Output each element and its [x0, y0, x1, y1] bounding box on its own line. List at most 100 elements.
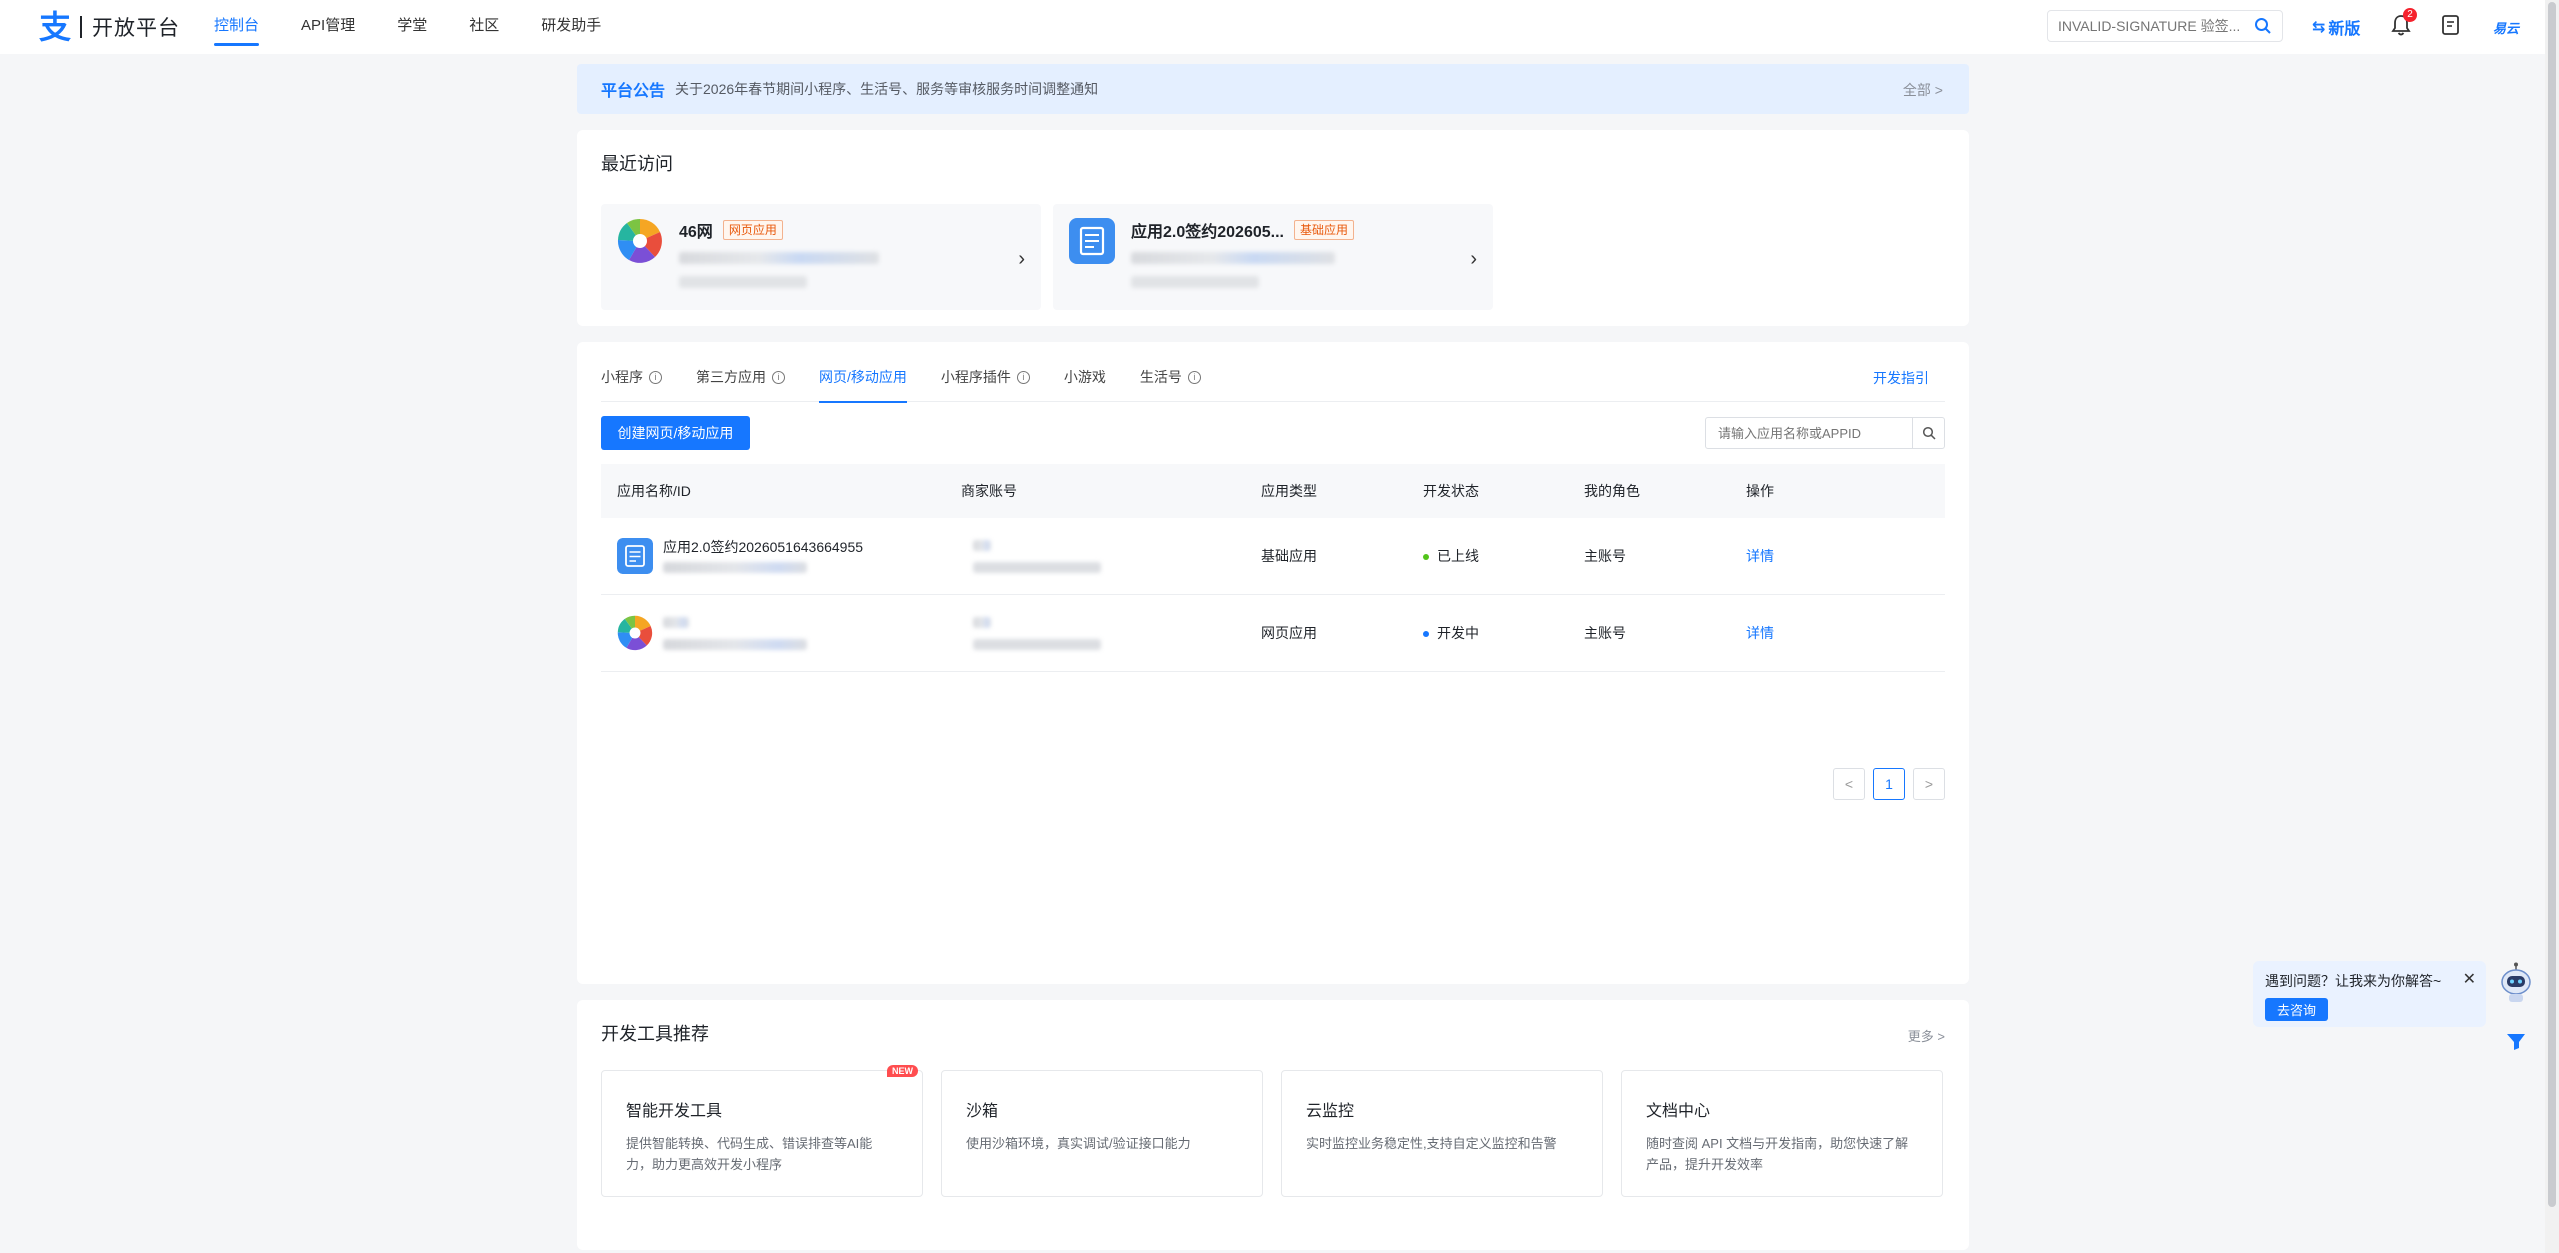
app-search — [1705, 417, 1945, 449]
info-icon[interactable]: i — [1016, 371, 1030, 384]
tab-label: 网页/移动应用 — [819, 369, 907, 385]
tool-name: 智能开发工具 — [626, 1103, 723, 1120]
nav-item-dev-assistant[interactable]: 研发助手 — [541, 0, 601, 54]
info-icon[interactable]: i — [772, 371, 785, 384]
recent-item-title: 应用2.0签约202605... — [1131, 224, 1284, 241]
help-text: 遇到问题？让我来为你解答~ — [2265, 973, 2442, 989]
tool-card-sandbox[interactable]: 沙箱 使用沙箱环境，真实调试/验证接口能力 — [941, 1070, 1263, 1197]
redacted-merchant — [973, 639, 1101, 650]
detail-link-text[interactable]: 详情 — [1746, 548, 1774, 564]
app-search-input[interactable] — [1706, 418, 1912, 448]
document-icon[interactable] — [2441, 14, 2461, 41]
aperture-app-icon — [617, 615, 653, 651]
recent-item[interactable]: 46网 网页应用 › — [601, 204, 1041, 310]
pagination: < 1 > — [1825, 768, 1945, 800]
recent-list: 46网 网页应用 › 应用2.0签约202605... 基础应用 › — [601, 204, 1505, 310]
nav-item-console[interactable]: 控制台 — [214, 0, 260, 54]
tab-web-mobile[interactable]: 网页/移动应用 — [819, 362, 907, 403]
col-header: 操作 — [1746, 483, 1774, 499]
tool-desc: 使用沙箱环境，真实调试/验证接口能力 — [966, 1136, 1191, 1151]
redacted-app-name — [663, 617, 689, 628]
top-navbar: 支 开放平台 控制台 API管理 学堂 社区 研发助手 ⇆ 新版 2 易云 — [0, 0, 2545, 54]
tab-mini-game[interactable]: 小游戏 — [1064, 362, 1106, 402]
tab-label: 小程序 — [601, 369, 643, 385]
nav-item-api[interactable]: API管理 — [301, 0, 355, 54]
global-search — [2047, 10, 2283, 42]
feedback-icon[interactable] — [2505, 1030, 2527, 1057]
dev-status: 已上线 — [1423, 546, 1584, 566]
redacted-date — [679, 276, 807, 288]
nav-item-academy[interactable]: 学堂 — [397, 0, 427, 54]
app-category-tabs: 小程序 i 第三方应用 i 网页/移动应用 小程序插件 i 小游戏 生活号 i — [601, 362, 1945, 403]
detail-link[interactable]: 详情 — [1746, 546, 1945, 566]
switch-icon: ⇆ — [2312, 19, 2326, 36]
tool-card-ai-dev[interactable]: NEW 智能开发工具 提供智能转换、代码生成、错误排查等AI能力，助力更高效开发… — [601, 1065, 923, 1197]
info-icon[interactable]: i — [1187, 371, 1201, 384]
document-app-icon — [1069, 218, 1115, 264]
app-name-cell — [601, 595, 961, 671]
main-content: 平台公告 关于2026年春节期间小程序、生活号、服务等审核服务时间调整通知 全部… — [577, 64, 1969, 1250]
scrollbar-thumb[interactable] — [2548, 2, 2556, 1207]
page-number[interactable]: 1 — [1873, 768, 1905, 800]
close-icon[interactable]: ✕ — [2463, 969, 2476, 989]
app-name-cell: 应用2.0签约2026051643664955 — [601, 518, 961, 594]
redacted-date — [1131, 276, 1259, 288]
tab-plugin[interactable]: 小程序插件 i — [941, 362, 1030, 402]
redacted-merchant — [973, 562, 1101, 573]
prev-page-button[interactable]: < — [1833, 768, 1865, 800]
tool-card-cloud-monitor[interactable]: 云监控 实时监控业务稳定性,支持自定义监控和告警 — [1281, 1070, 1603, 1197]
detail-link-text[interactable]: 详情 — [1746, 625, 1774, 641]
status-text: 开发中 — [1437, 625, 1479, 641]
consult-button[interactable]: 去咨询 — [2265, 998, 2329, 1021]
notice-tag: 平台公告 — [601, 83, 666, 100]
assistant-robot-icon[interactable] — [2499, 962, 2533, 1009]
col-header: 开发状态 — [1423, 483, 1479, 499]
next-page-button[interactable]: > — [1913, 768, 1945, 800]
tools-more-link[interactable]: 更多 > — [1908, 1026, 1945, 1045]
notice-all-link[interactable]: 全部 > — [1903, 80, 1943, 100]
tab-mini-program[interactable]: 小程序 i — [601, 362, 662, 402]
nav-item-community[interactable]: 社区 — [469, 0, 499, 54]
merchant-cell — [961, 518, 1261, 594]
create-app-button[interactable]: 创建网页/移动应用 — [601, 416, 750, 450]
chevron-right-icon: › — [1018, 248, 1025, 270]
info-icon[interactable]: i — [649, 371, 662, 384]
brand-logo[interactable]: 支 开放平台 — [38, 10, 180, 44]
redacted-appid — [679, 252, 879, 264]
col-header: 我的角色 — [1584, 483, 1640, 499]
status-dot — [1423, 631, 1429, 638]
my-role: 主账号 — [1584, 625, 1626, 641]
tool-desc: 随时查阅 API 文档与开发指南，助您快速了解产品，提升开发效率 — [1646, 1136, 1909, 1172]
tab-label: 小游戏 — [1063, 369, 1106, 385]
detail-link[interactable]: 详情 — [1746, 623, 1945, 643]
redacted-appid — [663, 562, 807, 573]
redacted-merchant — [973, 540, 991, 551]
user-avatar[interactable]: 易云 — [2493, 18, 2519, 37]
tab-label: 第三方应用 — [696, 369, 766, 385]
tool-desc: 实时监控业务稳定性,支持自定义监控和告警 — [1306, 1136, 1557, 1151]
scrollbar[interactable] — [2545, 0, 2559, 1253]
col-header: 应用名称/ID — [617, 483, 691, 499]
switch-new-version-button[interactable]: ⇆ 新版 — [2312, 15, 2360, 39]
my-role: 主账号 — [1584, 548, 1626, 564]
notice-text[interactable]: 关于2026年春节期间小程序、生活号、服务等审核服务时间调整通知 — [675, 79, 1098, 99]
search-icon — [1922, 426, 1936, 440]
tab-third-party[interactable]: 第三方应用 i — [696, 362, 785, 402]
global-search-input[interactable] — [2058, 18, 2248, 34]
tool-card-doc-center[interactable]: 文档中心 随时查阅 API 文档与开发指南，助您快速了解产品，提升开发效率 — [1621, 1070, 1943, 1197]
tab-label: 小程序插件 — [940, 369, 1011, 385]
platform-notice[interactable]: 平台公告 关于2026年春节期间小程序、生活号、服务等审核服务时间调整通知 全部… — [577, 64, 1969, 114]
search-icon[interactable] — [2254, 17, 2272, 40]
recent-visits-card: 最近访问 46网 网页应用 › 应用2.0签约202605... 基础应用 › — [577, 130, 1969, 326]
redacted-appid — [1131, 252, 1335, 264]
recent-visits-title: 最近访问 — [601, 154, 673, 174]
recent-item[interactable]: 应用2.0签约202605... 基础应用 › — [1053, 204, 1493, 310]
notification-badge: 2 — [2403, 8, 2417, 22]
dev-guide-link[interactable]: 开发指引 — [1873, 368, 1929, 388]
dev-tools-title: 开发工具推荐 — [601, 1024, 709, 1044]
tab-life-account[interactable]: 生活号 i — [1140, 362, 1201, 402]
apps-card: 小程序 i 第三方应用 i 网页/移动应用 小程序插件 i 小游戏 生活号 i 开发指引… — [577, 342, 1969, 984]
new-version-label: 新版 — [2328, 21, 2361, 38]
table-row: 应用2.0签约2026051643664955 基础应用 已上线 主账号 详情 — [601, 518, 1945, 595]
app-search-button[interactable] — [1912, 418, 1944, 448]
